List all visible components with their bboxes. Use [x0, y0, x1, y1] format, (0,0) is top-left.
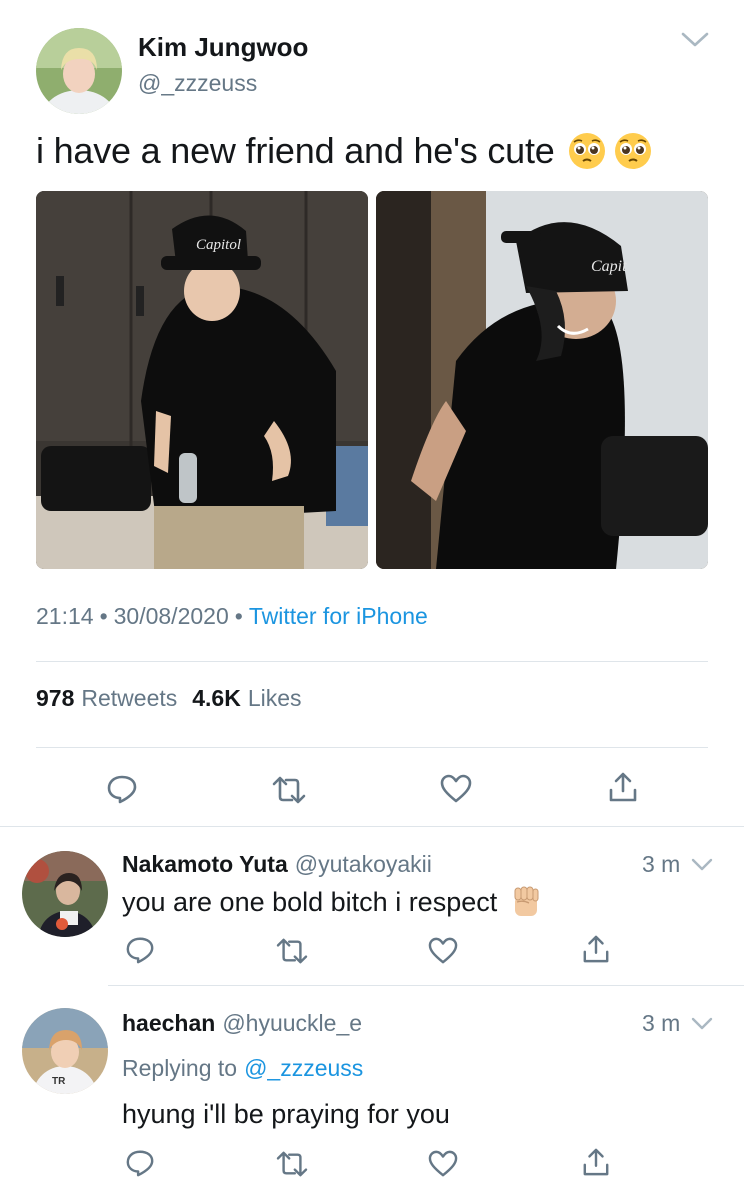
reply-author-avatar[interactable]: TR [22, 1008, 108, 1094]
reply-author-name[interactable]: Nakamoto Yuta [122, 851, 288, 878]
reply-icon [126, 1150, 154, 1177]
like-button[interactable] [428, 937, 458, 965]
reply-time: 3 m [642, 1010, 681, 1036]
tweet-stats: 978 Retweets 4.6K Likes [36, 685, 302, 712]
likes-label[interactable]: Likes [248, 685, 302, 712]
retweet-button[interactable] [275, 1150, 309, 1178]
chevron-down-icon[interactable] [690, 857, 714, 873]
retweet-icon [276, 1151, 308, 1177]
raised-fist-emoji [509, 884, 543, 920]
retweet-button[interactable] [275, 937, 309, 965]
replying-to-line: Replying to @_zzzeuss [122, 1055, 363, 1082]
tweet-photo-2[interactable]: Capit [376, 191, 708, 569]
reply-button[interactable] [106, 773, 138, 805]
tweet-text-line: i have a new friend and he's cute [36, 130, 653, 172]
main-author-name[interactable]: Kim Jungwoo [138, 32, 308, 63]
svg-text:Capit: Capit [591, 258, 627, 275]
reply-icon [107, 775, 137, 804]
tweet-meta-line: 21:14 • 30/08/2020 • Twitter for iPhone [36, 603, 428, 630]
main-author-avatar[interactable] [36, 28, 122, 114]
reply-author-handle[interactable]: @hyuuckle_e [222, 1010, 362, 1037]
reply-author-handle[interactable]: @yutakoyakii [295, 851, 432, 878]
share-button[interactable] [582, 1147, 610, 1177]
pleading-face-emoji [567, 131, 607, 171]
tweet-source-link[interactable]: Twitter for iPhone [249, 603, 428, 630]
reply-text: you are one bold bitch i respect [122, 886, 498, 917]
share-button[interactable] [608, 771, 638, 803]
chevron-down-icon[interactable] [690, 1016, 714, 1032]
divider [36, 661, 708, 662]
reply-author-name[interactable]: haechan [122, 1010, 215, 1037]
tweet-time: 21:14 [36, 603, 94, 629]
likes-count[interactable]: 4.6K [192, 685, 241, 712]
share-icon [609, 772, 637, 802]
tweet-photo-1[interactable]: Capitol [36, 191, 368, 569]
heart-icon [428, 1150, 458, 1177]
heart-icon [440, 774, 472, 803]
reply-header: Nakamoto Yuta @yutakoyakii [122, 851, 432, 878]
reply-time: 3 m [642, 851, 681, 877]
heart-icon [428, 937, 458, 964]
divider [108, 985, 744, 986]
retweet-button[interactable] [271, 775, 307, 805]
like-button[interactable] [428, 1150, 458, 1178]
retweet-icon [276, 938, 308, 964]
retweets-label[interactable]: Retweets [81, 685, 177, 712]
share-icon [583, 935, 609, 963]
tweet-date: 30/08/2020 [113, 603, 229, 629]
reply-author-avatar[interactable] [22, 851, 108, 937]
chevron-down-icon[interactable] [680, 30, 710, 50]
main-author-handle[interactable]: @_zzzeuss [138, 70, 257, 97]
meta-separator: • [99, 603, 108, 629]
divider [36, 747, 708, 748]
share-icon [583, 1148, 609, 1176]
meta-separator: • [234, 603, 243, 629]
svg-text:TR: TR [52, 1076, 66, 1087]
like-button[interactable] [440, 774, 472, 804]
reply-text: hyung i'll be praying for you [122, 1099, 450, 1129]
reply-button[interactable] [125, 935, 155, 965]
reply-button[interactable] [125, 1148, 155, 1178]
retweets-count[interactable]: 978 [36, 685, 74, 712]
tweet-text: i have a new friend and he's cute [36, 130, 555, 171]
replying-to-handle[interactable]: @_zzzeuss [244, 1055, 363, 1082]
svg-text:Capitol: Capitol [196, 237, 241, 253]
pleading-face-emoji [613, 131, 653, 171]
share-button[interactable] [582, 934, 610, 964]
reply-header: haechan @hyuuckle_e [122, 1010, 362, 1037]
replying-to-label: Replying to [122, 1055, 238, 1081]
retweet-icon [272, 776, 306, 804]
reply-icon [126, 937, 154, 964]
divider [0, 826, 744, 827]
reply-text-line: you are one bold bitch i respect [122, 884, 543, 920]
